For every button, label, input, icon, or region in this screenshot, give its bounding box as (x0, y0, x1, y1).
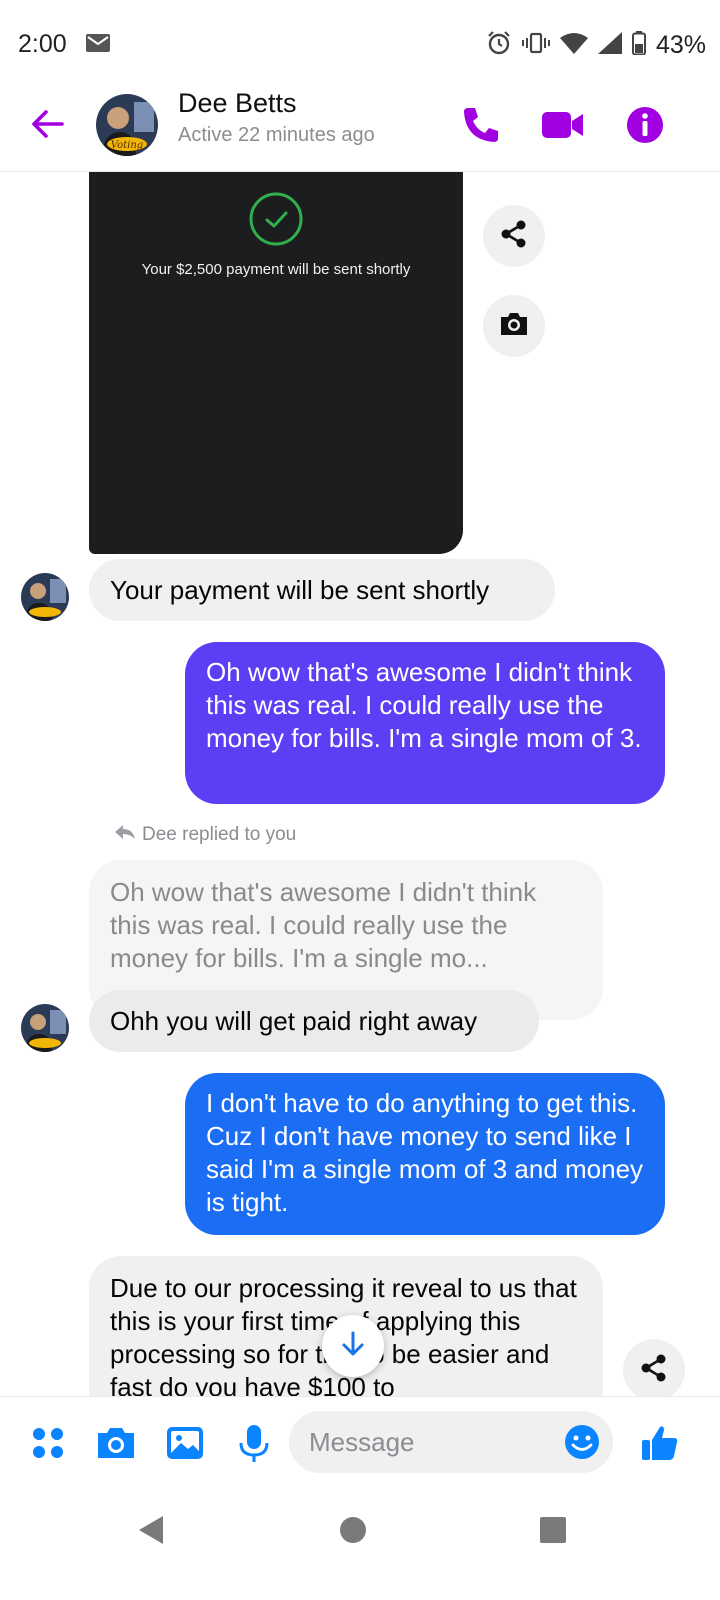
phone-icon[interactable] (458, 102, 504, 148)
avatar[interactable] (21, 573, 69, 621)
more-apps-icon[interactable] (26, 1421, 70, 1465)
wifi-icon (559, 32, 588, 59)
reply-arrow-icon (114, 824, 136, 846)
outgoing-message[interactable]: Oh wow that's awesome I didn't think thi… (185, 642, 665, 804)
check-circle-icon (247, 190, 305, 253)
back-arrow-icon[interactable] (26, 102, 70, 146)
contact-name[interactable]: Dee Betts (178, 88, 297, 119)
scroll-to-bottom-button[interactable] (322, 1315, 384, 1377)
share-button[interactable] (483, 205, 545, 267)
microphone-icon[interactable] (232, 1421, 276, 1465)
svg-text:Voting: Voting (111, 140, 143, 151)
nav-recents-icon[interactable] (533, 1510, 573, 1550)
navigation-bar (0, 1488, 720, 1600)
contact-status: Active 22 minutes ago (178, 124, 375, 146)
incoming-message[interactable]: Your payment will be sent shortly (89, 559, 555, 621)
video-call-icon[interactable] (540, 102, 586, 148)
message-list[interactable]: Your $2,500 payment will be sent shortly… (0, 172, 720, 1396)
message-text: I don't have to do anything to get this.… (206, 1088, 644, 1217)
battery-percent: 43% (655, 31, 706, 59)
status-bar: 2:00 43% (0, 0, 720, 80)
battery-icon (631, 31, 646, 60)
message-composer (0, 1396, 720, 1488)
message-text: Ohh you will get paid right away (110, 1006, 478, 1036)
alarm-icon (486, 30, 512, 61)
reply-note-text: Dee replied to you (142, 824, 297, 845)
share-icon (499, 219, 529, 254)
message-text: Your payment will be sent shortly (110, 575, 490, 605)
mail-icon (86, 34, 110, 57)
image-caption-text: Your $2,500 payment will be sent shortly (141, 261, 411, 278)
message-text: Oh wow that's awesome I didn't think thi… (206, 657, 642, 753)
info-icon[interactable] (622, 102, 668, 148)
vibrate-icon (521, 31, 550, 60)
outgoing-message[interactable]: I don't have to do anything to get this.… (185, 1073, 665, 1235)
avatar[interactable]: Voting (96, 94, 158, 156)
emoji-icon[interactable] (563, 1423, 601, 1461)
status-time: 2:00 (18, 30, 67, 58)
nav-home-icon[interactable] (333, 1510, 373, 1550)
quoted-text: Oh wow that's awesome I didn't think thi… (110, 877, 537, 973)
signal-icon (597, 32, 622, 59)
arrow-down-icon (339, 1330, 367, 1363)
shared-image[interactable]: Your $2,500 payment will be sent shortly (89, 172, 463, 554)
avatar[interactable] (21, 1004, 69, 1052)
save-photo-button[interactable] (483, 295, 545, 357)
camera-icon (498, 310, 530, 343)
status-icons: 43% (486, 30, 706, 61)
share-button[interactable] (623, 1339, 685, 1396)
incoming-message[interactable]: Ohh you will get paid right away (89, 990, 539, 1052)
thumbs-up-icon[interactable] (638, 1421, 682, 1465)
share-icon (639, 1353, 669, 1388)
reply-note: Dee replied to you (114, 824, 296, 846)
camera-icon[interactable] (94, 1421, 138, 1465)
nav-back-icon[interactable] (133, 1510, 173, 1550)
chat-header: Voting Dee Betts Active 22 minutes ago (0, 80, 720, 172)
gallery-icon[interactable] (163, 1421, 207, 1465)
